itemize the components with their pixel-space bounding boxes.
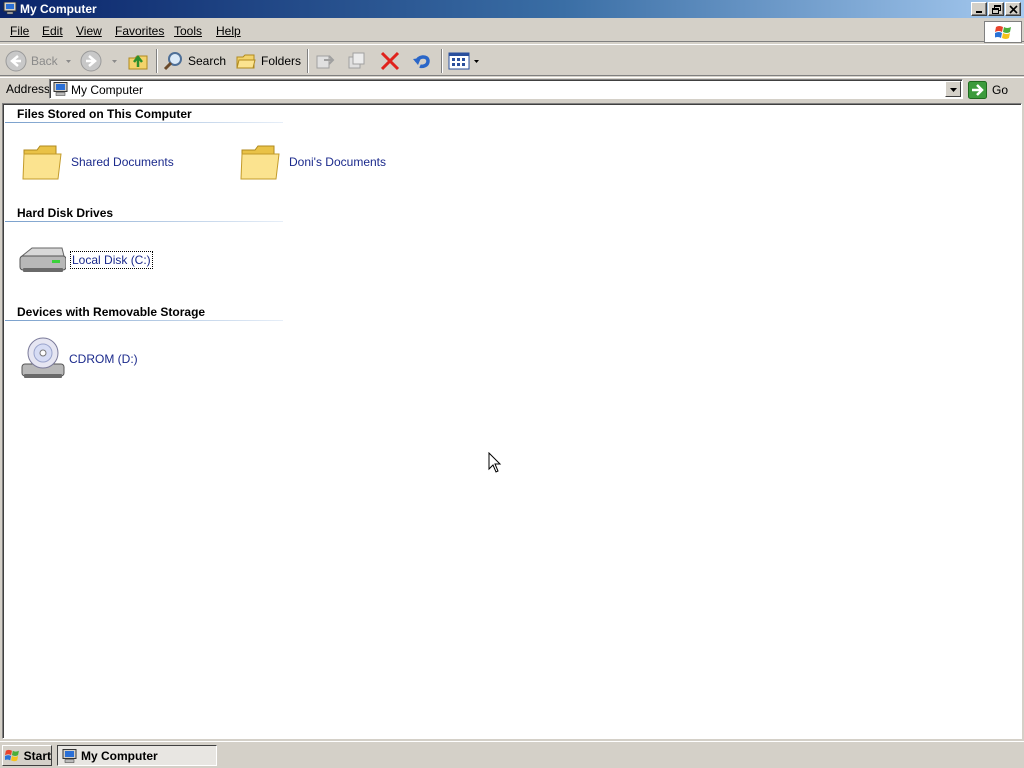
copy-to-button[interactable] — [346, 48, 368, 74]
menu-favorites[interactable]: Favorites — [115, 24, 164, 38]
back-label: Back — [31, 54, 58, 68]
address-field[interactable]: My Computer — [49, 79, 963, 99]
address-bar: Address My Computer Go — [0, 77, 1024, 101]
cdrom-icon — [21, 337, 65, 378]
folder-icon — [22, 145, 62, 180]
folders-icon — [236, 54, 256, 69]
group-divider — [5, 122, 283, 123]
item-label: Shared Documents — [71, 155, 174, 169]
chevron-down-icon — [65, 59, 71, 63]
group-divider — [5, 221, 283, 222]
group-header-hard-disk-drives: Hard Disk Drives — [17, 206, 114, 220]
group-header-removable-storage: Devices with Removable Storage — [17, 305, 206, 319]
minimize-button[interactable] — [971, 2, 987, 16]
menu-edit[interactable]: Edit — [42, 24, 63, 38]
forward-button[interactable] — [80, 48, 119, 74]
restore-icon — [992, 5, 1001, 14]
title-bar[interactable]: My Computer — [0, 0, 1024, 18]
menu-bar: File Edit View Favorites Tools Help — [0, 20, 1024, 43]
windows-logo — [984, 21, 1022, 43]
menu-file[interactable]: File — [10, 24, 29, 38]
back-button[interactable]: Back — [5, 48, 73, 74]
address-dropdown-button[interactable] — [945, 81, 961, 97]
move-to-icon — [316, 55, 335, 69]
computer-icon — [62, 748, 77, 763]
go-arrow-icon — [968, 80, 987, 99]
group-divider — [5, 320, 283, 321]
hard-disk-icon — [19, 247, 66, 272]
item-shared-documents[interactable]: Shared Documents — [21, 142, 174, 182]
search-button[interactable]: Search — [162, 48, 226, 74]
copy-to-icon — [348, 52, 365, 69]
address-value: My Computer — [71, 83, 144, 97]
move-to-button[interactable] — [314, 48, 336, 74]
chevron-down-icon — [474, 59, 479, 63]
views-icon — [448, 52, 470, 70]
forward-icon — [80, 50, 102, 72]
close-button[interactable] — [1005, 2, 1021, 16]
mouse-pointer-icon — [488, 452, 502, 473]
toolbar-separator — [441, 49, 443, 73]
computer-icon — [53, 82, 68, 96]
up-button[interactable] — [127, 48, 149, 74]
close-icon — [1009, 5, 1018, 14]
taskbar: Start My Computer — [0, 741, 1024, 768]
minimize-icon — [976, 11, 982, 13]
standard-toolbar: Back Search Folders — [0, 44, 1024, 76]
address-label: Address — [6, 82, 51, 96]
folders-label: Folders — [261, 54, 302, 68]
search-icon — [163, 52, 182, 71]
search-label: Search — [188, 54, 227, 68]
start-label: Start — [23, 748, 51, 763]
chevron-down-icon — [112, 59, 117, 63]
item-local-disk-c[interactable]: Local Disk (C:) — [18, 242, 153, 278]
undo-icon — [413, 55, 430, 69]
undo-button[interactable] — [411, 48, 433, 74]
views-button[interactable] — [448, 48, 481, 74]
go-button[interactable]: Go — [968, 79, 1020, 100]
my-computer-window: My Computer File Edit View Favorites Too… — [0, 0, 1024, 741]
item-label: Local Disk (C:) — [70, 251, 153, 269]
start-button[interactable]: Start — [2, 745, 52, 766]
toolbar-separator — [156, 49, 158, 73]
back-icon — [5, 50, 27, 72]
taskbar-item-my-computer[interactable]: My Computer — [57, 745, 217, 766]
restore-button[interactable] — [988, 2, 1004, 16]
windows-flag-icon — [5, 749, 19, 761]
chevron-down-icon — [950, 88, 957, 92]
menu-help[interactable]: Help — [216, 24, 241, 38]
folders-button[interactable]: Folders — [235, 48, 301, 74]
file-view[interactable]: Files Stored on This Computer Shared Doc… — [2, 103, 1022, 739]
item-label: CDROM (D:) — [69, 352, 138, 366]
menu-tools[interactable]: Tools — [174, 24, 202, 38]
delete-icon — [380, 51, 400, 71]
computer-icon — [3, 2, 17, 15]
group-header-files-stored: Files Stored on This Computer — [17, 107, 192, 121]
window-title: My Computer — [20, 2, 97, 16]
item-cdrom-d[interactable]: CDROM (D:) — [18, 336, 138, 382]
windows-flag-icon — [995, 26, 1011, 39]
taskbar-item-label: My Computer — [81, 748, 158, 763]
item-label: Doni's Documents — [289, 155, 386, 169]
menu-view[interactable]: View — [76, 24, 102, 38]
delete-button[interactable] — [379, 48, 401, 74]
item-donis-documents[interactable]: Doni's Documents — [239, 142, 386, 182]
go-label: Go — [992, 82, 1009, 97]
toolbar-separator — [307, 49, 309, 73]
up-folder-icon — [128, 54, 148, 70]
folder-icon — [240, 145, 280, 180]
